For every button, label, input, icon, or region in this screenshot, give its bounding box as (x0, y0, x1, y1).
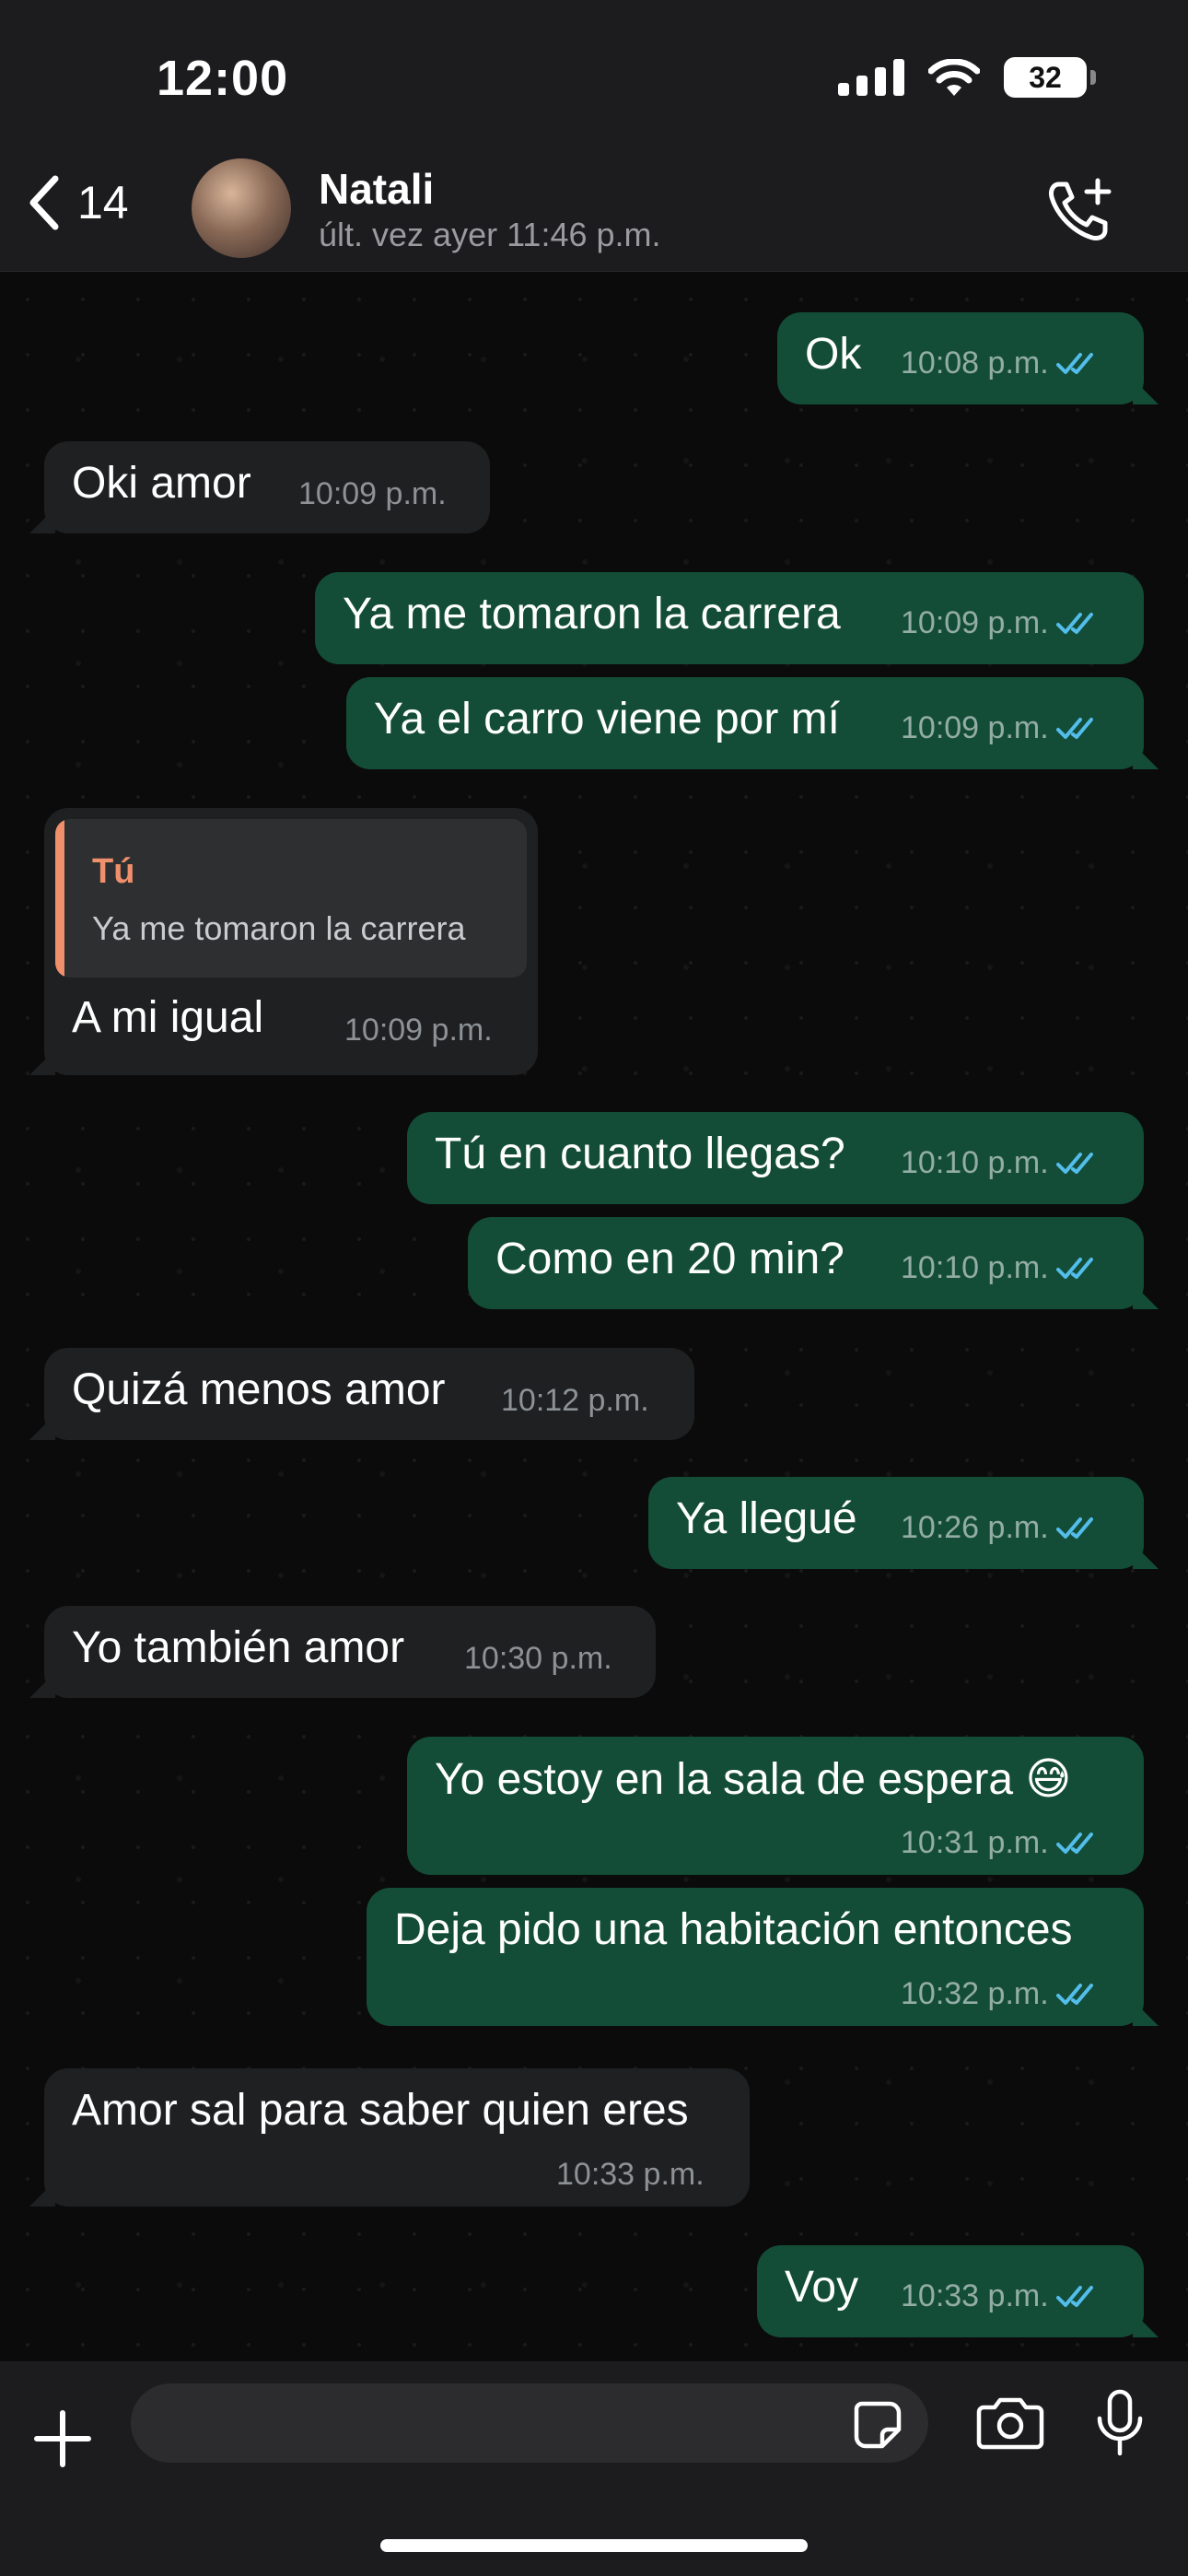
avatar[interactable] (192, 158, 291, 258)
message-meta: 10:09 p.m. (344, 1013, 493, 1048)
message-bubble-incoming[interactable]: Amor sal para saber quien eres 10:33 p.m… (29, 2068, 750, 2207)
message-meta: 10:12 p.m. (501, 1383, 649, 1419)
message-meta: 10:33 p.m. (901, 2278, 1102, 2314)
mic-icon (1097, 2389, 1143, 2456)
quote-accent-bar (55, 819, 64, 978)
message-meta: 10:10 p.m. (901, 1145, 1102, 1181)
message-meta: 10:32 p.m. (901, 1976, 1102, 2012)
message-text: A mi igual (72, 993, 264, 1042)
back-button[interactable]: 14 (28, 175, 129, 230)
double-check-icon (1055, 352, 1093, 374)
message-bubble-outgoing[interactable]: Deja pido una habitación entonces 10:32 … (367, 1888, 1159, 2026)
message-time: 10:33 p.m. (556, 2157, 705, 2192)
message-bubble-incoming[interactable]: Quizá menos amor 10:12 p.m. (29, 1348, 694, 1440)
message-bubble-outgoing[interactable]: Ya el carro viene por mí 10:09 p.m. (346, 677, 1159, 769)
chevron-left-icon (29, 175, 59, 230)
message-text: Como en 20 min? (495, 1235, 844, 1283)
voice-message-button[interactable] (1094, 2389, 1146, 2462)
message-text: Yo también amor (72, 1623, 405, 1672)
contact-name[interactable]: Natali (319, 164, 434, 214)
message-bubble-incoming[interactable]: Tú Ya me tomaron la carrera A mi igual 1… (29, 808, 538, 1075)
message-time: 10:33 p.m. (901, 2278, 1049, 2313)
message-input-wrapper (131, 2383, 928, 2463)
message-list[interactable]: Ok 10:08 p.m. Oki amor 10:09 p.m. Ya me … (0, 272, 1188, 2361)
message-meta: 10:09 p.m. (901, 605, 1102, 641)
message-time: 10:32 p.m. (901, 1976, 1049, 2011)
message-input[interactable] (164, 2383, 827, 2463)
double-check-icon (1055, 1832, 1093, 1854)
double-check-icon (1055, 1983, 1093, 2005)
message-bubble-incoming[interactable]: Oki amor 10:09 p.m. (29, 441, 490, 533)
message-text: Oki amor (72, 459, 251, 508)
last-seen-status: últ. vez ayer 11:46 p.m. (319, 216, 661, 253)
quote-author: Tú (92, 852, 135, 891)
call-add-button[interactable] (1046, 175, 1114, 248)
double-check-icon (1055, 1152, 1093, 1174)
message-time: 10:09 p.m. (344, 1013, 493, 1048)
message-bubble-outgoing[interactable]: Ok 10:08 p.m. (777, 312, 1159, 404)
status-time: 12:00 (157, 51, 289, 106)
message-bubble-outgoing[interactable]: Tú en cuanto llegas? 10:10 p.m. (407, 1112, 1144, 1204)
message-text: Ya llegué (676, 1494, 857, 1543)
message-text: Quizá menos amor (72, 1365, 446, 1414)
message-composer (0, 2361, 1188, 2576)
chat-header: 14 Natali últ. vez ayer 11:46 p.m. (0, 147, 1188, 272)
message-meta: 10:33 p.m. (556, 2157, 705, 2193)
double-check-icon (1055, 2285, 1093, 2307)
message-text: Ya me tomaron la carrera (343, 590, 841, 638)
sticker-icon (854, 2401, 902, 2449)
message-time: 10:12 p.m. (501, 1383, 649, 1418)
call-add-icon (1049, 178, 1112, 240)
message-text: Yo estoy en la sala de espera 😅 (435, 1755, 1072, 1804)
message-meta: 10:30 p.m. (464, 1641, 612, 1677)
message-text: Voy (785, 2263, 859, 2312)
message-text: Ok (805, 330, 862, 379)
plus-icon (34, 2410, 91, 2467)
message-time: 10:10 p.m. (901, 1145, 1049, 1180)
quote-text: Ya me tomaron la carrera (92, 909, 466, 947)
message-time: 10:09 p.m. (901, 710, 1049, 745)
message-time: 10:09 p.m. (298, 476, 447, 511)
message-text: Tú en cuanto llegas? (435, 1130, 845, 1178)
double-check-icon (1055, 612, 1093, 634)
message-text: Amor sal para saber quien eres (72, 2086, 689, 2135)
double-check-icon (1055, 1516, 1093, 1539)
message-bubble-outgoing[interactable]: Ya me tomaron la carrera 10:09 p.m. (315, 572, 1144, 664)
message-time: 10:30 p.m. (464, 1641, 612, 1676)
message-time: 10:10 p.m. (901, 1250, 1049, 1285)
message-meta: 10:08 p.m. (901, 345, 1102, 381)
message-meta: 10:09 p.m. (298, 476, 447, 512)
wifi-icon (928, 59, 980, 96)
message-text: Ya el carro viene por mí (374, 695, 840, 744)
status-icons: 32 (838, 57, 1096, 98)
message-text: Deja pido una habitación entonces (394, 1905, 1073, 1954)
message-meta: 10:09 p.m. (901, 710, 1102, 746)
camera-button[interactable] (976, 2395, 1044, 2454)
message-meta: 10:10 p.m. (901, 1250, 1102, 1286)
battery-indicator: 32 (1004, 57, 1096, 98)
message-time: 10:31 p.m. (901, 1825, 1049, 1860)
message-time: 10:08 p.m. (901, 345, 1049, 381)
signal-icon (838, 59, 904, 96)
message-meta: 10:31 p.m. (901, 1825, 1102, 1861)
double-check-icon (1055, 1257, 1093, 1279)
unread-count: 14 (77, 177, 129, 228)
status-bar: 12:00 32 (0, 0, 1188, 147)
message-bubble-incoming[interactable]: Yo también amor 10:30 p.m. (29, 1606, 656, 1698)
sticker-button[interactable] (853, 2400, 903, 2454)
message-bubble-outgoing[interactable]: Como en 20 min? 10:10 p.m. (468, 1217, 1159, 1309)
message-bubble-outgoing[interactable]: Yo estoy en la sala de espera 😅 10:31 p.… (407, 1737, 1144, 1875)
message-bubble-outgoing[interactable]: Voy 10:33 p.m. (757, 2245, 1159, 2337)
message-time: 10:09 p.m. (901, 605, 1049, 640)
home-indicator[interactable] (380, 2539, 808, 2552)
message-bubble-outgoing[interactable]: Ya llegué 10:26 p.m. (648, 1477, 1159, 1569)
quoted-message[interactable]: Tú Ya me tomaron la carrera (55, 819, 527, 978)
message-meta: 10:26 p.m. (901, 1510, 1102, 1546)
double-check-icon (1055, 717, 1093, 739)
camera-icon (976, 2397, 1044, 2450)
attach-button[interactable] (33, 2409, 92, 2473)
message-time: 10:26 p.m. (901, 1510, 1049, 1545)
